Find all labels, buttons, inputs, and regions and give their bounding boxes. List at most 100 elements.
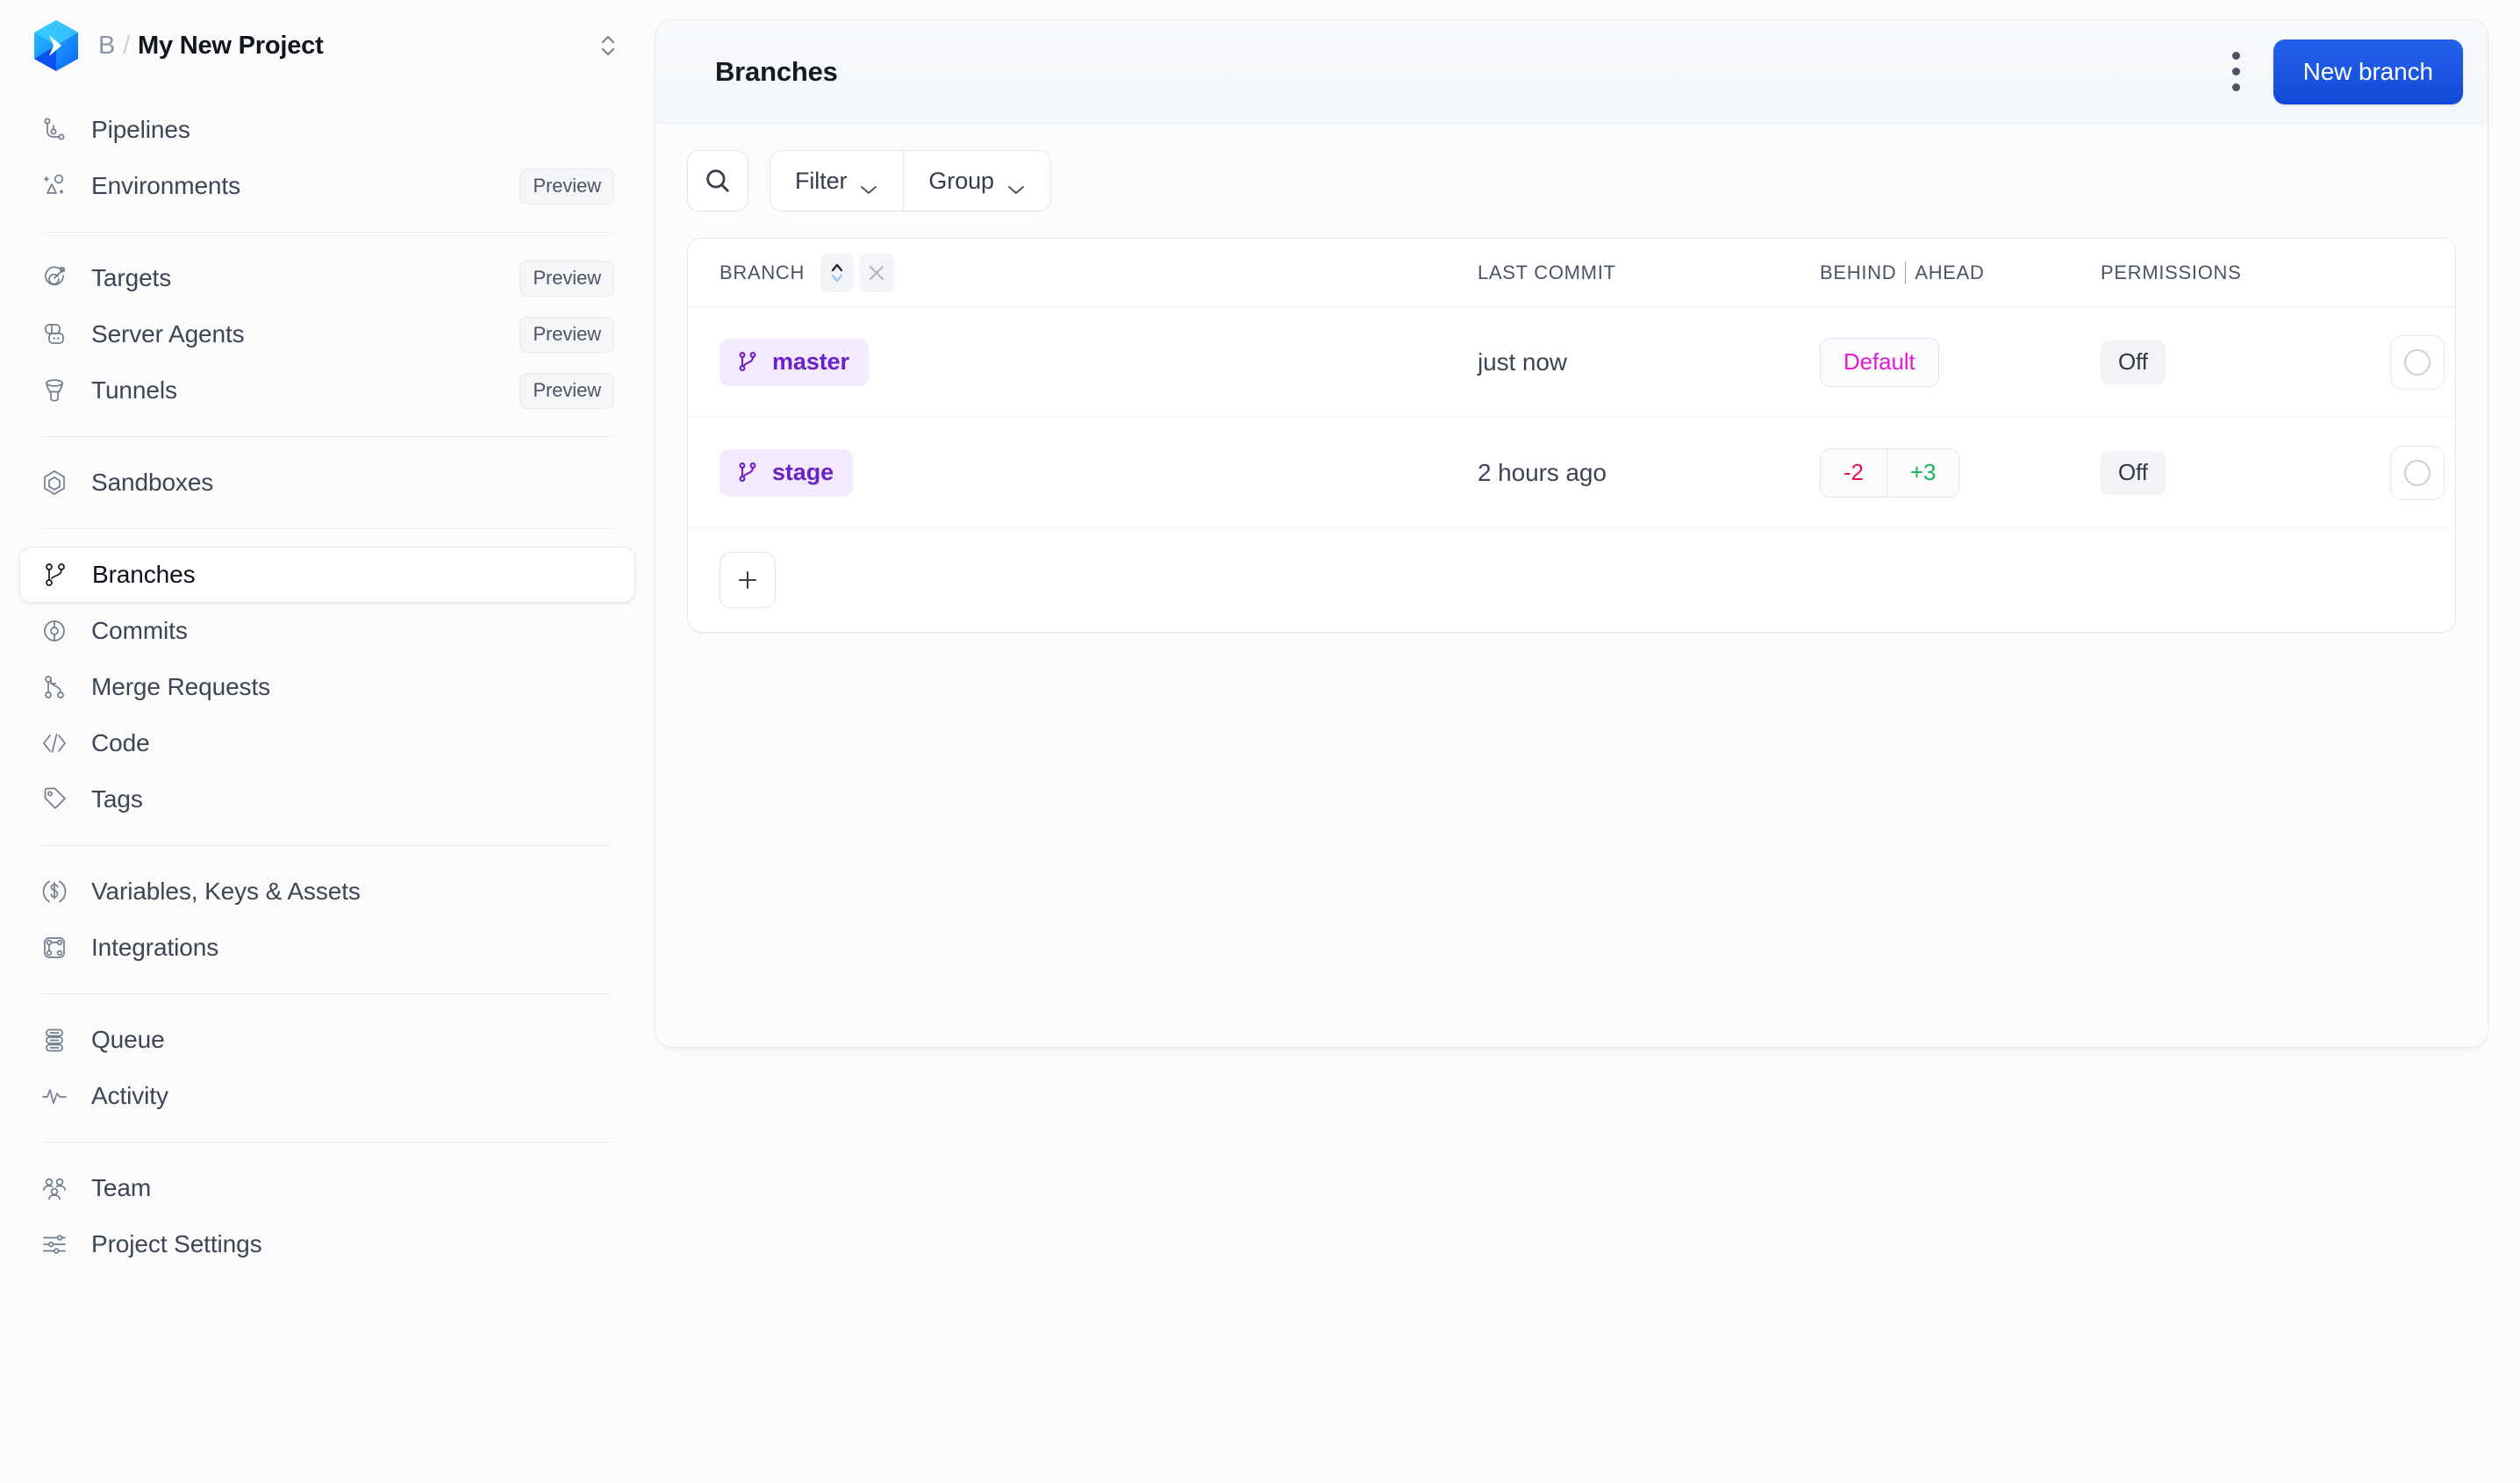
sidebar-item-label: Branches (92, 561, 196, 588)
plus-icon (734, 567, 761, 593)
sidebar-item-integrations[interactable]: Integrations (19, 920, 635, 976)
panel-header-actions: New branch (2214, 39, 2463, 104)
integrations-icon (39, 932, 70, 964)
column-header-permissions: PERMISSIONS (2101, 261, 2242, 283)
filter-button[interactable]: Filter (770, 151, 903, 211)
pipeline-icon (39, 114, 70, 146)
sidebar-item-activity[interactable]: Activity (19, 1068, 635, 1124)
column-header-ahead-label: AHEAD (1915, 261, 1985, 283)
sidebar-divider (40, 436, 614, 437)
cell-last-commit: just now (1478, 347, 1567, 376)
sidebar-item-label: Activity (91, 1082, 168, 1109)
chevron-down-icon (1006, 175, 1026, 194)
cell-actions (2390, 445, 2455, 500)
kebab-dot (2232, 68, 2241, 75)
panel-header: Branches New branch (655, 20, 2488, 124)
table-body: master just now Default Off stage 2 hours ago… (688, 307, 2455, 528)
branches-table: BRANCH LAST COMMIT BEHIND AHEAD PERMISSI… (687, 238, 2456, 633)
table-toolbar: Filter Group (687, 150, 2456, 211)
filter-button-label: Filter (795, 167, 848, 194)
page-title: Branches (715, 55, 838, 87)
table-row[interactable]: master just now Default Off (688, 307, 2455, 418)
more-vertical-icon[interactable] (2214, 45, 2259, 99)
branches-panel: Branches New branch Filter Group BRANCH … (655, 19, 2488, 1048)
sidebar-item-variables-keys-assets[interactable]: Variables, Keys & Assets (19, 863, 635, 920)
table-row[interactable]: stage 2 hours ago -2 +3 Off (688, 418, 2455, 528)
circle-outline (2404, 348, 2431, 376)
sidebar-item-queue[interactable]: Queue (19, 1012, 635, 1068)
table-header-row: BRANCH LAST COMMIT BEHIND AHEAD PERMISSI… (688, 239, 2455, 307)
sidebar-item-team[interactable]: Team (19, 1160, 635, 1216)
dollar-circle-icon (39, 876, 70, 907)
group-button-label: Group (928, 167, 994, 194)
branch-name: master (772, 347, 849, 375)
sidebar-item-server-agents[interactable]: Server Agents Preview (19, 306, 635, 362)
sidebar-item-label: Tags (91, 785, 143, 813)
sidebar-item-label: Merge Requests (91, 673, 271, 700)
circle-outline-icon[interactable] (2390, 445, 2445, 500)
sidebar-item-targets[interactable]: Targets Preview (19, 250, 635, 306)
sidebar-item-pipelines[interactable]: Pipelines (19, 102, 635, 158)
sort-chevrons-icon[interactable] (820, 253, 855, 292)
queue-icon (39, 1024, 70, 1056)
activity-pulse-icon (39, 1080, 70, 1112)
branch-chip[interactable]: master (719, 338, 869, 386)
chevron-up-down-icon[interactable] (593, 31, 623, 61)
close-x-icon[interactable] (859, 253, 895, 292)
chevron-down-icon (859, 175, 878, 194)
table-footer (688, 528, 2455, 632)
default-branch-badge: Default (1843, 348, 1915, 375)
cell-permissions: Off (2101, 340, 2390, 384)
branch-chip[interactable]: stage (719, 448, 854, 497)
sidebar-item-merge-requests[interactable]: Merge Requests (19, 659, 635, 715)
preview-badge: Preview (519, 316, 614, 353)
behind-ahead-pill[interactable]: -2 +3 (1820, 448, 1960, 498)
sidebar-item-sandboxes[interactable]: Sandboxes (19, 455, 635, 511)
sidebar-item-label: Integrations (91, 934, 219, 961)
sidebar-group: Queue Activity (19, 1012, 635, 1124)
sidebar-item-label: Project Settings (91, 1230, 262, 1257)
behind-ahead-pill[interactable]: Default (1820, 337, 1939, 387)
search-icon (703, 166, 733, 196)
sidebar-item-tunnels[interactable]: Tunnels Preview (19, 362, 635, 419)
sidebar-item-label: Sandboxes (91, 469, 214, 496)
server-agent-icon (39, 319, 70, 350)
tag-icon (39, 784, 70, 815)
team-people-icon (39, 1172, 70, 1204)
commit-icon (39, 615, 70, 647)
main-content: Branches New branch Filter Group BRANCH … (655, 0, 2520, 1483)
column-header-last-commit: LAST COMMIT (1478, 261, 1616, 283)
circle-outline (2404, 459, 2431, 486)
search-button[interactable] (687, 150, 748, 211)
project-switcher[interactable]: B / My New Project (0, 0, 655, 91)
new-branch-button[interactable]: New branch (2273, 39, 2463, 104)
cell-behind-ahead: Default (1820, 337, 2101, 387)
group-button[interactable]: Group (903, 151, 1050, 211)
sidebar-item-label: Code (91, 729, 150, 756)
sidebar-item-commits[interactable]: Commits (19, 603, 635, 659)
sidebar-item-environments[interactable]: Environments Preview (19, 158, 635, 214)
cell-branch: master (688, 338, 1478, 386)
branch-icon (39, 559, 71, 591)
branch-icon (735, 460, 760, 484)
kebab-dot (2232, 83, 2241, 91)
sidebar-item-label: Tunnels (91, 376, 177, 404)
behind-count: -2 (1843, 459, 1864, 485)
permissions-badge[interactable]: Off (2101, 450, 2166, 495)
sidebar-item-label: Variables, Keys & Assets (91, 878, 361, 905)
add-branch-row-button[interactable] (719, 552, 776, 608)
preview-badge: Preview (519, 372, 614, 409)
sidebar-divider (40, 528, 614, 529)
filter-group-segmented: Filter Group (770, 150, 1051, 211)
target-icon (39, 262, 70, 294)
preview-badge: Preview (519, 260, 614, 297)
sidebar-item-project-settings[interactable]: Project Settings (19, 1216, 635, 1272)
circle-outline-icon[interactable] (2390, 334, 2445, 390)
sidebar-item-branches[interactable]: Branches (19, 547, 635, 603)
blue-hexagon-chevron-logo-icon (32, 19, 81, 72)
sidebar: B / My New Project Pipelines Environments… (0, 0, 655, 1483)
behind-ahead-separator (1905, 261, 1907, 284)
sidebar-item-code[interactable]: Code (19, 715, 635, 771)
sidebar-item-tags[interactable]: Tags (19, 771, 635, 827)
permissions-badge[interactable]: Off (2101, 340, 2166, 384)
